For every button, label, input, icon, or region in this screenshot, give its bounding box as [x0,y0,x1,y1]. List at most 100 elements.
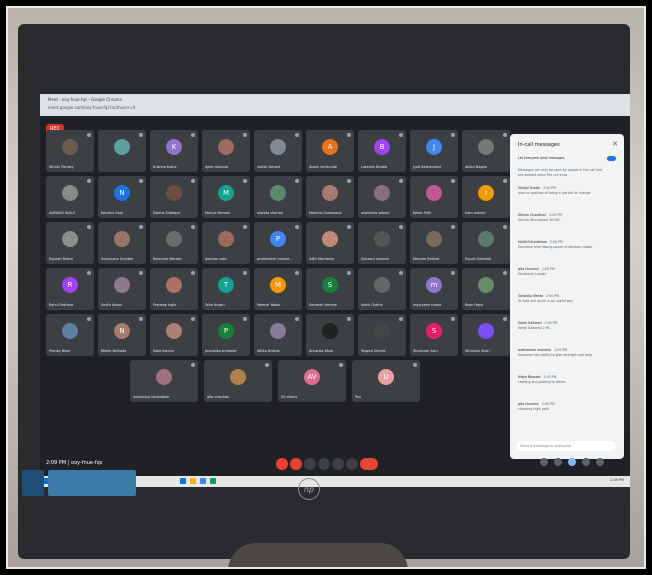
captions-button[interactable] [304,458,316,470]
mic-off-icon [503,317,507,321]
chat-title: In-call messages [518,142,560,148]
lock-icon[interactable] [596,458,604,466]
meeting-code: ooy-fnue-fqs [71,460,103,466]
participant-tile[interactable]: N Nilesh Belhade [98,314,146,356]
participant-tile[interactable]: Jitendra Rathod [410,222,458,264]
info-icon[interactable] [540,458,548,466]
store-icon[interactable] [210,478,216,484]
participant-tile[interactable]: Satish Devadi [254,130,302,172]
participant-name: Sandesh Hemde [309,303,337,307]
chat-toggle-switch[interactable] [607,156,616,161]
camera-button[interactable] [290,458,302,470]
participant-tile[interactable]: Yogesh Shinde [358,314,406,356]
mic-off-icon [191,133,195,137]
chat-time: 2:00 PM [544,321,558,325]
participant-tile[interactable]: Anushka Bhok [306,314,354,356]
participant-tile[interactable]: AVINASH INGLE [46,176,94,218]
participant-tile[interactable]: A Akash shrikunde [306,130,354,172]
people-icon[interactable] [554,458,562,466]
participant-name: Meenal Yadav [257,303,281,307]
participant-tile[interactable]: Pradeep Ingle [150,268,198,310]
participant-tile[interactable]: N Nandini Gadi [98,176,146,218]
participant-tile[interactable]: AV 55 others [278,360,346,402]
leave-call-button[interactable] [360,458,378,470]
participant-tile[interactable]: T Taha Ansari [202,268,250,310]
mic-off-icon [87,225,91,229]
avatar [270,185,286,201]
participant-tile[interactable]: Rupali Gaikwad [462,222,510,264]
monitor-stand [228,543,408,567]
mic-off-icon [451,133,455,137]
participant-tile[interactable]: shweta sharma [254,176,302,218]
participant-tile[interactable]: Sakti kannur [150,314,198,356]
participant-tile[interactable]: Aditi Mochania [306,222,354,264]
avatar: B [374,139,390,155]
chrome-icon[interactable] [200,478,206,484]
participant-tile[interactable]: Ravindra Wankar [150,222,198,264]
mic-button[interactable] [276,458,288,470]
browser-tab-title[interactable]: Meet - ooy-fnue-fqs - Google Chrome [48,97,122,102]
activities-icon[interactable] [582,458,590,466]
participant-name: Suhasini bavane [361,257,389,261]
participant-name: Jitendra Rathod [413,257,440,261]
avatar [322,185,338,201]
participant-tile[interactable]: Pranay Bhoir [46,314,94,356]
present-button[interactable] [332,458,344,470]
participant-tile[interactable]: J Jyoti Kesharwani [410,130,458,172]
chat-message: Maithili Kumbhare 2:00 PM Someone who havi… [518,240,614,249]
chat-input[interactable]: Send a message to everyone [516,441,616,451]
chat-icon[interactable] [568,458,576,466]
participant-tile[interactable]: S Shubham Soni [410,314,458,356]
participant-tile[interactable]: U You [352,360,420,402]
participant-tile[interactable]: Suhasini bavane [358,222,406,264]
participant-name: Krishna Kotha [153,165,177,169]
participant-tile[interactable]: Rose Fabia [462,268,510,310]
chat-message: gita chauhan 2:00 PM choosing right path [518,402,614,411]
participant-tile[interactable]: Sulochana Gumble [98,222,146,264]
participant-tile[interactable]: gautam sate [202,222,250,264]
close-icon[interactable]: ✕ [612,140,618,148]
file-explorer-icon[interactable] [190,478,196,484]
address-bar[interactable]: meet.google.com/ooy-fnue-fqs?authuser=0 [48,105,135,110]
participant-tile[interactable]: R Rahul Pakhare [46,268,94,310]
participant-tile[interactable]: Shivali Pandey [46,130,94,172]
mic-off-icon [347,133,351,137]
participant-tile[interactable]: akanksha sabnis [358,176,406,218]
edge-icon[interactable] [180,478,186,484]
participant-tile[interactable]: K Krishna Kotha [150,130,198,172]
mic-off-icon [139,271,143,275]
participant-tile[interactable]: m mayuresh shane [410,268,458,310]
participant-name: Shubham Soni [413,349,438,353]
participant-tile[interactable]: Smita Ashok [98,268,146,310]
participant-tile[interactable]: B Lakshmi Bhatia [358,130,406,172]
raise-hand-button[interactable] [318,458,330,470]
participant-tile[interactable]: Abdul Nagda [462,130,510,172]
participant-tile[interactable]: Ppranalika shripade [202,314,250,356]
participant-tile[interactable]: Iiram momin [462,176,510,218]
mic-off-icon [503,225,507,229]
participant-name: Sulochana Gumble [101,257,133,261]
participant-name: pratheeesh manori... [257,257,293,261]
avatar [218,139,234,155]
participant-tile[interactable]: S Sandesh Hemde [306,268,354,310]
avatar: J [426,139,442,155]
participant-tile[interactable]: ajent dokania [202,130,250,172]
participant-tile[interactable]: aishwarya kotambkar [130,360,198,402]
participant-tile[interactable]: M Meenal Yadav [254,268,302,310]
chat-author: Sakshika Mehta [518,294,544,298]
participant-tile[interactable]: Rupesh Bisina [46,222,94,264]
participant-tile[interactable]: Sabiha Siddique [150,176,198,218]
avatar: U [378,369,394,385]
participant-tile[interactable]: Mahima Somavana [306,176,354,218]
participant-tile[interactable]: Ppratheeesh manori... [254,222,302,264]
participant-tile[interactable]: Nikita Bhelda [254,314,302,356]
participant-tile[interactable]: gita chauhan [204,360,272,402]
chat-message: gita chauhan 2:00 PM Emotional Leader [518,267,614,276]
more-options-button[interactable] [346,458,358,470]
hp-logo: hp [298,478,320,500]
participant-tile[interactable] [98,130,146,172]
participant-tile[interactable]: Shivpoot Shah [462,314,510,356]
participant-tile[interactable]: Ketan Patil [410,176,458,218]
participant-tile[interactable]: Ashih Dudhe [358,268,406,310]
participant-tile[interactable]: M Mariya Memon [202,176,250,218]
